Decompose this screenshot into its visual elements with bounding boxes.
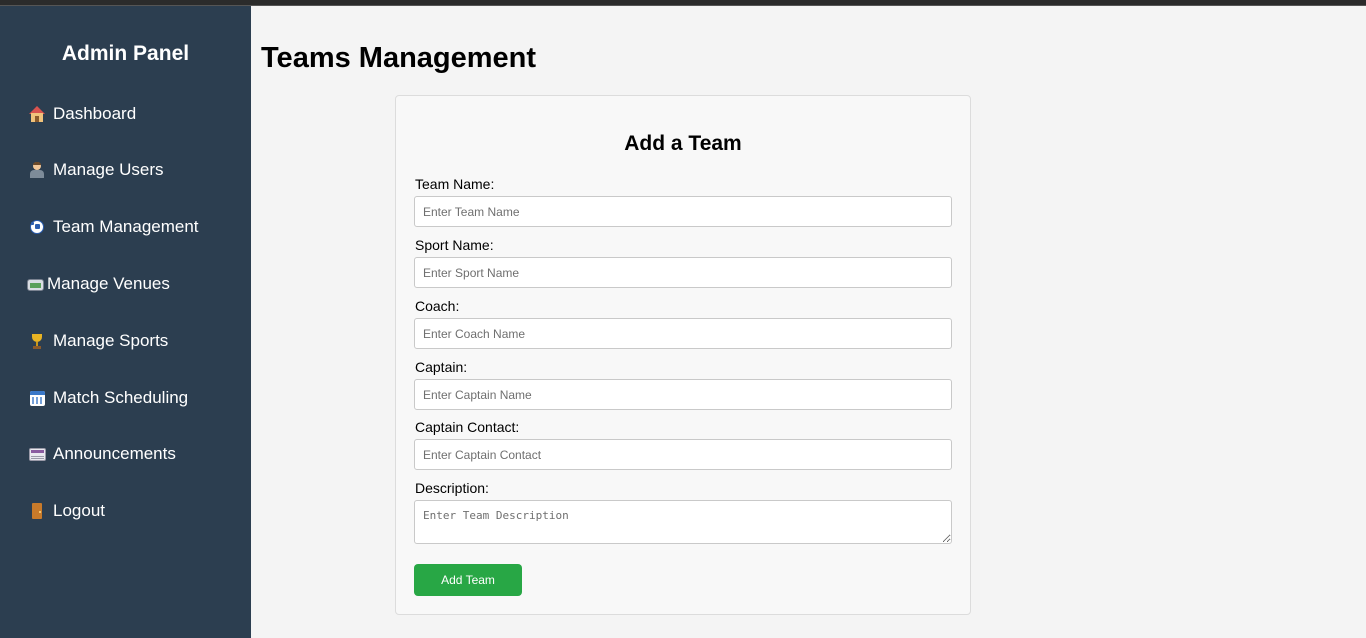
user-icon [28,161,46,179]
sidebar: Admin Panel Dashboard Manage Users Team … [0,6,251,638]
sidebar-item-label: Manage Sports [53,331,169,350]
captain-input[interactable] [414,379,952,410]
sidebar-item-match-scheduling[interactable]: Match Scheduling [28,385,188,411]
team-name-input[interactable] [414,196,952,227]
trophy-icon [28,332,46,350]
form-title: Add a Team [624,132,742,155]
soccer-ball-icon [28,218,46,236]
description-textarea[interactable] [414,500,952,544]
sport-name-input[interactable] [414,257,952,288]
sidebar-item-label: Dashboard [53,104,137,123]
sidebar-item-announcements[interactable]: Announcements [28,441,176,467]
coach-label: Coach: [415,298,460,314]
newspaper-icon [28,445,46,463]
calendar-icon [28,389,46,407]
description-label: Description: [415,480,489,496]
sidebar-item-manage-users[interactable]: Manage Users [28,157,164,183]
team-name-label: Team Name: [415,176,495,192]
coach-input[interactable] [414,318,952,349]
sidebar-item-label: Team Management [53,217,199,236]
sidebar-item-manage-venues[interactable]: Manage Venues [26,271,170,297]
sport-name-label: Sport Name: [415,237,494,253]
stadium-icon [26,275,44,293]
sidebar-title: Admin Panel [61,42,190,65]
sidebar-item-label: Match Scheduling [53,388,189,407]
captain-contact-input[interactable] [414,439,952,470]
sidebar-item-manage-sports[interactable]: Manage Sports [28,328,168,354]
captain-contact-label: Captain Contact: [415,419,520,435]
sidebar-item-logout[interactable]: Logout [28,498,105,524]
captain-label: Captain: [415,359,468,375]
sidebar-item-label: Announcements [53,444,176,463]
sidebar-item-dashboard[interactable]: Dashboard [28,101,136,127]
sidebar-item-label: Manage Venues [47,274,170,293]
add-team-form: Add a Team Team Name: Sport Name: Coach:… [395,95,971,615]
sidebar-item-label: Manage Users [53,160,164,179]
sidebar-item-team-management[interactable]: Team Management [28,214,199,240]
sidebar-item-label: Logout [53,501,105,520]
door-icon [28,502,46,520]
add-team-button[interactable]: Add Team [414,564,522,596]
house-icon [28,105,46,123]
page-title: Teams Management [261,42,537,74]
